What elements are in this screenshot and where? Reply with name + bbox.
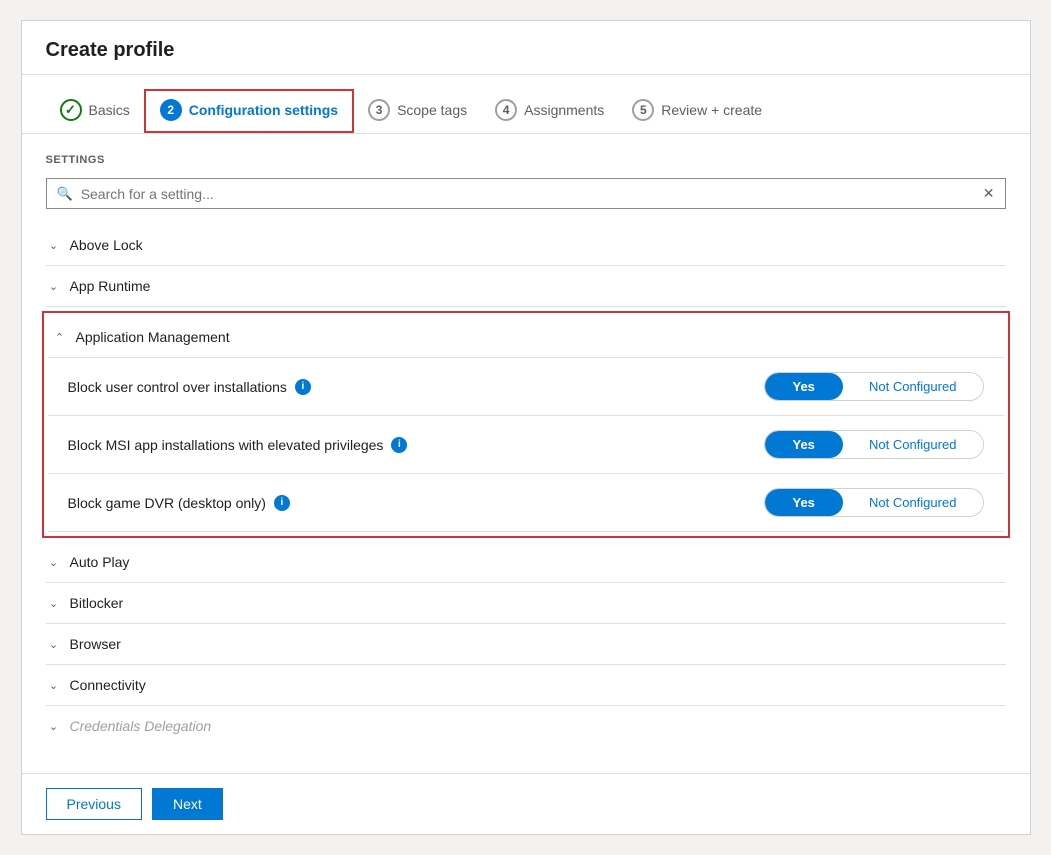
setting-block-msi-elevated-text: Block MSI app installations with elevate… [68, 437, 384, 453]
category-connectivity-label: Connectivity [70, 677, 146, 693]
panel-header: Create profile [22, 21, 1030, 75]
setting-block-user-control-text: Block user control over installations [68, 379, 287, 395]
chevron-down-icon: ⌄ [46, 679, 62, 692]
category-application-management-label: Application Management [76, 329, 230, 345]
category-bitlocker-label: Bitlocker [70, 595, 124, 611]
step-assignments-number: 4 [503, 103, 510, 117]
page-title: Create profile [46, 39, 1006, 62]
clear-icon[interactable]: ✕ [983, 185, 995, 202]
search-box: 🔍 ✕ [46, 178, 1006, 209]
step-review-circle: 5 [632, 99, 654, 121]
category-above-lock-label: Above Lock [70, 237, 143, 253]
category-auto-play-label: Auto Play [70, 554, 130, 570]
application-management-section: ⌃ Application Management Block user cont… [42, 311, 1010, 538]
setting-block-game-dvr-name: Block game DVR (desktop only) i [68, 495, 748, 511]
toggle-not-configured-block-user-control[interactable]: Not Configured [843, 373, 983, 400]
toggle-block-msi-elevated: Yes Not Configured [764, 430, 984, 459]
step-basics-label: Basics [89, 102, 130, 118]
category-application-management[interactable]: ⌃ Application Management [48, 317, 1004, 358]
category-bitlocker[interactable]: ⌄ Bitlocker [46, 583, 1006, 624]
category-browser[interactable]: ⌄ Browser [46, 624, 1006, 665]
category-above-lock[interactable]: ⌄ Above Lock [46, 225, 1006, 266]
info-icon-block-user-control[interactable]: i [295, 379, 311, 395]
step-scope-circle: 3 [368, 99, 390, 121]
toggle-not-configured-block-msi[interactable]: Not Configured [843, 431, 983, 458]
footer: Previous Next [22, 773, 1030, 834]
step-review-label: Review + create [661, 102, 762, 118]
toggle-yes-block-user-control[interactable]: Yes [765, 373, 843, 400]
content-area: SETTINGS 🔍 ✕ ⌄ Above Lock ⌄ App Runtime … [22, 134, 1030, 773]
search-input[interactable] [81, 186, 983, 202]
category-auto-play[interactable]: ⌄ Auto Play [46, 542, 1006, 583]
chevron-down-icon: ⌄ [46, 556, 62, 569]
info-icon-block-game-dvr[interactable]: i [274, 495, 290, 511]
setting-block-user-control: Block user control over installations i … [48, 358, 1004, 416]
category-credentials-delegation-label: Credentials Delegation [70, 718, 212, 734]
create-profile-panel: Create profile ✓ Basics 2 Configuration … [21, 20, 1031, 835]
previous-button[interactable]: Previous [46, 788, 142, 820]
category-app-runtime[interactable]: ⌄ App Runtime [46, 266, 1006, 307]
settings-section-header: SETTINGS [46, 154, 1006, 166]
step-configuration-number: 2 [167, 103, 174, 117]
step-assignments[interactable]: 4 Assignments [481, 91, 618, 131]
setting-block-msi-elevated-name: Block MSI app installations with elevate… [68, 437, 748, 453]
step-review-number: 5 [640, 103, 647, 117]
info-icon-block-msi[interactable]: i [391, 437, 407, 453]
setting-block-msi-elevated: Block MSI app installations with elevate… [48, 416, 1004, 474]
step-scope[interactable]: 3 Scope tags [354, 91, 481, 131]
step-assignments-circle: 4 [495, 99, 517, 121]
category-browser-label: Browser [70, 636, 121, 652]
step-basics[interactable]: ✓ Basics [46, 91, 144, 131]
step-assignments-label: Assignments [524, 102, 604, 118]
toggle-block-game-dvr: Yes Not Configured [764, 488, 984, 517]
step-configuration[interactable]: 2 Configuration settings [144, 89, 354, 133]
category-app-runtime-label: App Runtime [70, 278, 151, 294]
chevron-down-icon: ⌄ [46, 597, 62, 610]
toggle-not-configured-block-game-dvr[interactable]: Not Configured [843, 489, 983, 516]
chevron-down-icon: ⌄ [46, 239, 62, 252]
step-basics-circle: ✓ [60, 99, 82, 121]
setting-block-game-dvr: Block game DVR (desktop only) i Yes Not … [48, 474, 1004, 532]
chevron-up-icon: ⌃ [52, 331, 68, 344]
chevron-down-icon: ⌄ [46, 280, 62, 293]
step-configuration-label: Configuration settings [189, 102, 338, 118]
check-icon: ✓ [65, 102, 76, 118]
step-scope-number: 3 [376, 103, 383, 117]
next-button[interactable]: Next [152, 788, 223, 820]
step-review[interactable]: 5 Review + create [618, 91, 776, 131]
toggle-block-user-control: Yes Not Configured [764, 372, 984, 401]
setting-block-user-control-name: Block user control over installations i [68, 379, 748, 395]
category-connectivity[interactable]: ⌄ Connectivity [46, 665, 1006, 706]
toggle-yes-block-msi[interactable]: Yes [765, 431, 843, 458]
search-icon: 🔍 [57, 186, 73, 202]
step-scope-label: Scope tags [397, 102, 467, 118]
wizard-steps: ✓ Basics 2 Configuration settings 3 Scop… [22, 75, 1030, 134]
setting-block-game-dvr-text: Block game DVR (desktop only) [68, 495, 266, 511]
chevron-down-icon: ⌄ [46, 720, 62, 733]
category-credentials-delegation[interactable]: ⌄ Credentials Delegation [46, 706, 1006, 746]
chevron-down-icon: ⌄ [46, 638, 62, 651]
step-configuration-circle: 2 [160, 99, 182, 121]
toggle-yes-block-game-dvr[interactable]: Yes [765, 489, 843, 516]
